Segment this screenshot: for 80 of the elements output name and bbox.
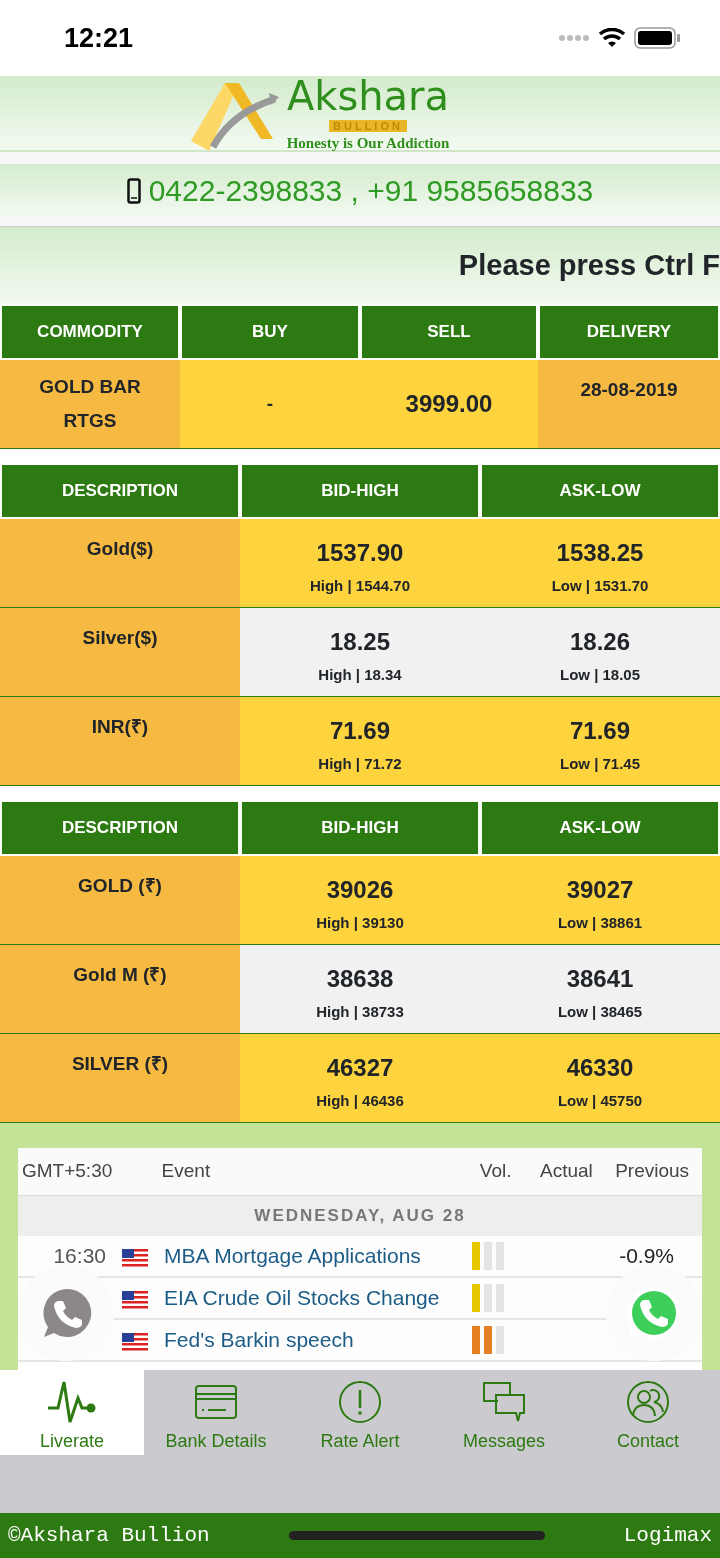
signal-icon (558, 34, 590, 42)
ask-price: 18.26 (569, 627, 631, 657)
us-flag-icon (122, 1332, 148, 1351)
column-header: Previous (614, 1159, 691, 1184)
phone-bubble-icon (40, 1287, 92, 1339)
description-cell-text: SILVER (₹) (71, 1052, 169, 1076)
sell-price: 3999.00 (405, 389, 493, 419)
wifi-icon (598, 28, 626, 48)
column-header: ASK-LOW (480, 800, 720, 856)
tab-item[interactable]: Bank Details (144, 1370, 288, 1455)
developer-name: Logimax (623, 1522, 712, 1549)
event-time: 16:30 (53, 1244, 106, 1268)
high-price: High | 1544.70 (309, 576, 411, 596)
column-header: Vol. (478, 1159, 513, 1184)
description-cell-text: Gold M (₹) (73, 963, 167, 987)
low-price: Low | 1531.70 (551, 576, 649, 596)
tagline: Honesty is Our Addiction (286, 135, 450, 151)
event-name: EIA Crude Oil Stocks Change (164, 1285, 441, 1312)
bid-price: 18.25 (329, 627, 391, 657)
event-name: Fed's Barkin speech (164, 1327, 355, 1354)
description-cell-text: GOLD (₹) (78, 874, 162, 898)
copyright-text: ©Akshara Bullion (8, 1522, 210, 1549)
marquee-text: Please press Ctrl F (458, 247, 720, 283)
column-header: Actual (539, 1159, 594, 1184)
battery-icon (634, 27, 680, 49)
high-price: High | 71.72 (318, 754, 402, 774)
people-icon (626, 1380, 670, 1424)
bank-card-icon (194, 1384, 238, 1420)
ask-price: 46330 (566, 1053, 634, 1083)
previous-value: -0.9% (619, 1244, 674, 1268)
bid-price: 46327 (326, 1053, 394, 1083)
brand-name: Akshara (286, 75, 450, 116)
column-header: ASK-LOW (480, 463, 720, 519)
column-header: GMT+5:30 (22, 1159, 114, 1184)
description-cell-text: Gold($) (86, 537, 154, 561)
chat-bubbles-icon (482, 1381, 526, 1423)
low-price: Low | 71.45 (559, 754, 641, 774)
column-header: DELIVERY (538, 304, 720, 360)
high-price: High | 46436 (316, 1091, 404, 1111)
ask-price: 71.69 (569, 716, 631, 746)
column-header: DESCRIPTION (0, 463, 240, 519)
bid-price: 71.69 (329, 716, 391, 746)
low-price: Low | 38465 (557, 1002, 643, 1022)
buy-price: - (266, 391, 274, 416)
tab-item[interactable]: Liverate (0, 1370, 144, 1455)
phone-numbers: 0422-2398833 , +91 9585658833 (148, 173, 594, 209)
column-header: BID-HIGH (240, 463, 480, 519)
tab-item[interactable]: Messages (432, 1370, 576, 1455)
low-price: Low | 18.05 (559, 665, 641, 685)
bid-price: 1537.90 (316, 538, 404, 568)
high-price: High | 39130 (316, 913, 404, 933)
bid-price: 38638 (326, 964, 394, 994)
ask-price: 1538.25 (556, 538, 644, 568)
high-price: High | 18.34 (318, 665, 402, 685)
bid-price: 39026 (326, 875, 394, 905)
tab-item[interactable]: Contact (576, 1370, 720, 1455)
day-header: WEDNESDAY, AUG 28 (18, 1196, 702, 1236)
high-price: High | 38733 (316, 1002, 404, 1022)
commodity-name: GOLD BAR RTGS (38, 374, 142, 433)
ask-price: 38641 (566, 964, 634, 994)
description-cell-text: INR(₹) (91, 715, 149, 739)
tab-item[interactable]: Rate Alert (288, 1370, 432, 1455)
status-time: 12:21 (64, 21, 134, 55)
column-header: BUY (180, 304, 360, 360)
us-flag-icon (122, 1290, 148, 1309)
us-flag-icon (122, 1248, 148, 1267)
mobile-phone-icon (126, 177, 141, 204)
alert-icon (338, 1380, 382, 1424)
heartbeat-icon (46, 1380, 98, 1424)
ask-price: 39027 (566, 875, 634, 905)
low-price: Low | 38861 (557, 913, 643, 933)
column-header: DESCRIPTION (0, 800, 240, 856)
column-header: SELL (360, 304, 538, 360)
column-header: Event (161, 1159, 212, 1184)
event-name: MBA Mortgage Applications (164, 1243, 422, 1270)
description-cell-text: Silver($) (82, 626, 158, 650)
delivery-date: 28-08-2019 (580, 378, 678, 402)
low-price: Low | 45750 (557, 1091, 643, 1111)
column-header: COMMODITY (0, 304, 180, 360)
column-header: BID-HIGH (240, 800, 480, 856)
